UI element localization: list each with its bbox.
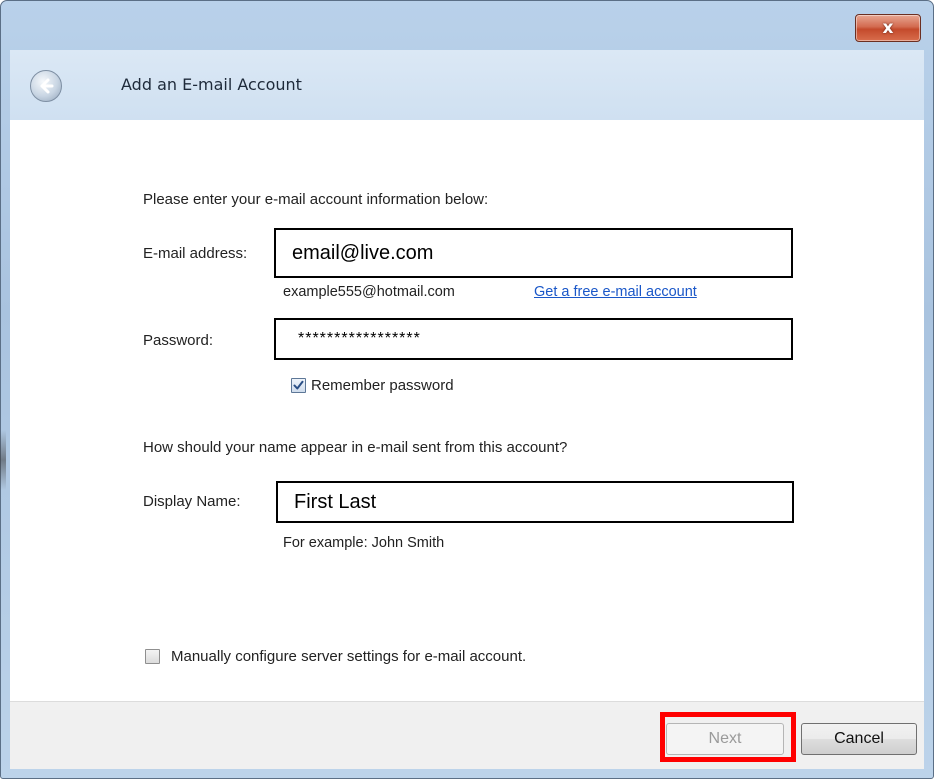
email-example-text: example555@hotmail.com <box>283 284 455 300</box>
dialog-content: Please enter your e-mail account informa… <box>10 120 924 701</box>
cancel-button[interactable]: Cancel <box>801 723 917 755</box>
email-label: E-mail address: <box>143 245 248 262</box>
manual-config-checkbox[interactable] <box>145 649 160 664</box>
window-edge-shadow <box>0 430 6 490</box>
password-field[interactable]: ***************** <box>274 318 793 360</box>
close-icon: x <box>882 17 894 38</box>
back-button[interactable] <box>30 70 62 102</box>
back-arrow-icon <box>40 78 54 94</box>
dialog-footer: Next Cancel <box>10 701 924 769</box>
display-name-field[interactable]: First Last <box>276 481 794 523</box>
remember-password-checkbox[interactable] <box>291 378 306 393</box>
display-name-prompt: How should your name appear in e-mail se… <box>143 439 568 456</box>
remember-password-label: Remember password <box>311 377 454 394</box>
display-name-example: For example: John Smith <box>283 535 445 551</box>
next-button[interactable]: Next <box>666 723 784 755</box>
close-button[interactable]: x <box>855 14 921 42</box>
free-account-link[interactable]: Get a free e-mail account <box>534 284 697 300</box>
dialog-title: Add an E-mail Account <box>121 75 302 94</box>
dialog-header: Add an E-mail Account <box>10 50 924 120</box>
password-label: Password: <box>143 332 214 349</box>
display-name-label: Display Name: <box>143 493 241 510</box>
email-field[interactable]: email@live.com <box>274 228 793 278</box>
checkmark-icon <box>293 380 304 390</box>
intro-text: Please enter your e-mail account informa… <box>143 191 489 208</box>
manual-config-label: Manually configure server settings for e… <box>171 648 527 665</box>
